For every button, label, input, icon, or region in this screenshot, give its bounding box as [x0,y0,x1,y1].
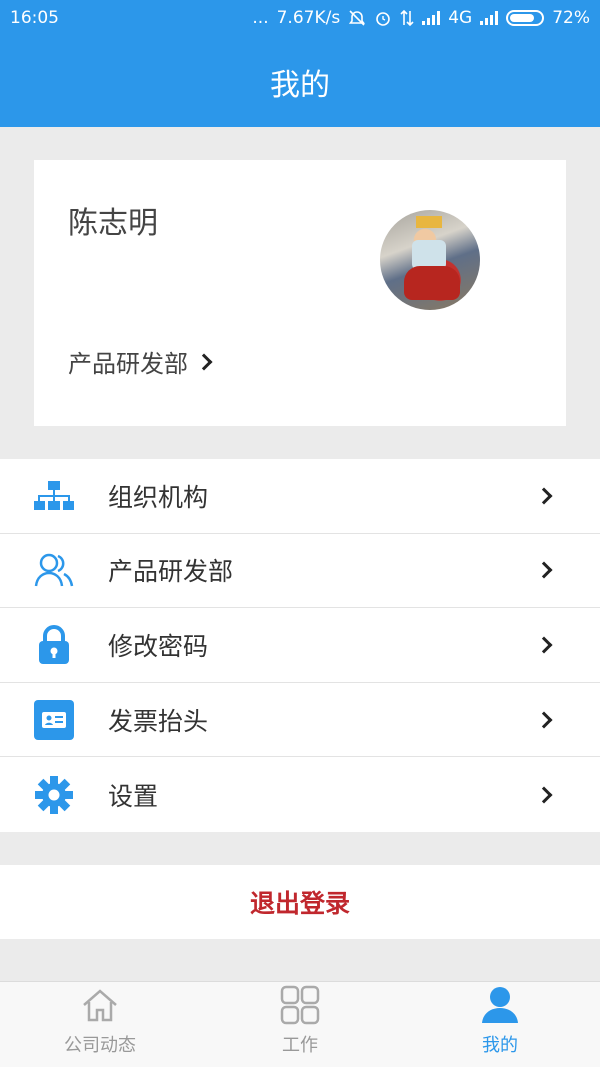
logout-label: 退出登录 [249,889,350,918]
avatar-crown [416,216,442,228]
alarm-icon [376,12,391,26]
menu-item-label: 产品研发部 [108,557,234,587]
tab-label: 公司动态 [64,1035,136,1056]
home-icon [83,989,117,1022]
signal-icon [422,11,441,25]
logout-button[interactable]: 退出登录 [0,865,600,939]
profile-name: 陈志明 [68,206,158,241]
status-battery: 72% [552,8,590,28]
menu-item-department[interactable]: 产品研发部 [0,534,600,609]
menu-item-change-password[interactable]: 修改密码 [0,608,600,683]
grid-icon [280,985,320,1025]
avatar-bike [404,266,460,300]
tab-work[interactable]: 工作 [200,982,400,1067]
menu-item-label: 发票抬头 [108,706,209,736]
status-right: ... 7.67K/s 4G 72% [252,8,590,28]
status-speed: 7.67K/s [276,8,341,28]
menu-item-settings[interactable]: 设置 [0,757,600,832]
signal-2-icon [480,11,499,25]
users-icon [34,550,74,590]
profile-card[interactable]: 陈志明 产品研发部 [34,160,566,426]
menu-item-label: 组织机构 [108,482,209,512]
gear-icon [34,775,74,815]
avatar[interactable] [380,210,480,310]
app-bar: 我的 [0,36,600,127]
tab-label: 我的 [482,1035,518,1056]
alarm-off-icon [349,10,366,26]
tab-mine[interactable]: 我的 [400,982,600,1067]
battery-icon [506,10,545,26]
menu-list: 组织机构 产品研发部 修改密码 发票抬头 设置 [0,459,600,832]
org-chart-icon [34,476,74,516]
menu-item-invoice-title[interactable]: 发票抬头 [0,683,600,758]
status-network: 4G [448,8,473,28]
status-bar: 16:05 ... 7.67K/s 4G 72% [0,0,600,36]
status-time: 16:05 [10,8,59,28]
chevron-right-icon [535,786,553,804]
tab-label: 工作 [282,1035,318,1056]
chevron-right-icon [195,353,213,370]
profile-department-link[interactable]: 产品研发部 [68,344,213,379]
bottom-tab-bar: 公司动态 工作 我的 [0,981,600,1067]
id-card-icon [34,699,74,740]
menu-item-org[interactable]: 组织机构 [0,459,600,534]
status-dots: ... [252,8,269,28]
chevron-right-icon [535,561,553,579]
chevron-right-icon [535,636,553,654]
profile-department: 产品研发部 [68,350,188,378]
tab-company-news[interactable]: 公司动态 [0,982,200,1067]
menu-item-label: 修改密码 [108,631,209,661]
menu-item-label: 设置 [108,781,159,811]
lock-icon [34,625,74,665]
chevron-right-icon [535,487,553,505]
page-title: 我的 [270,67,330,103]
data-transfer-icon [400,9,414,27]
chevron-right-icon [535,711,553,729]
person-icon [482,987,518,1023]
